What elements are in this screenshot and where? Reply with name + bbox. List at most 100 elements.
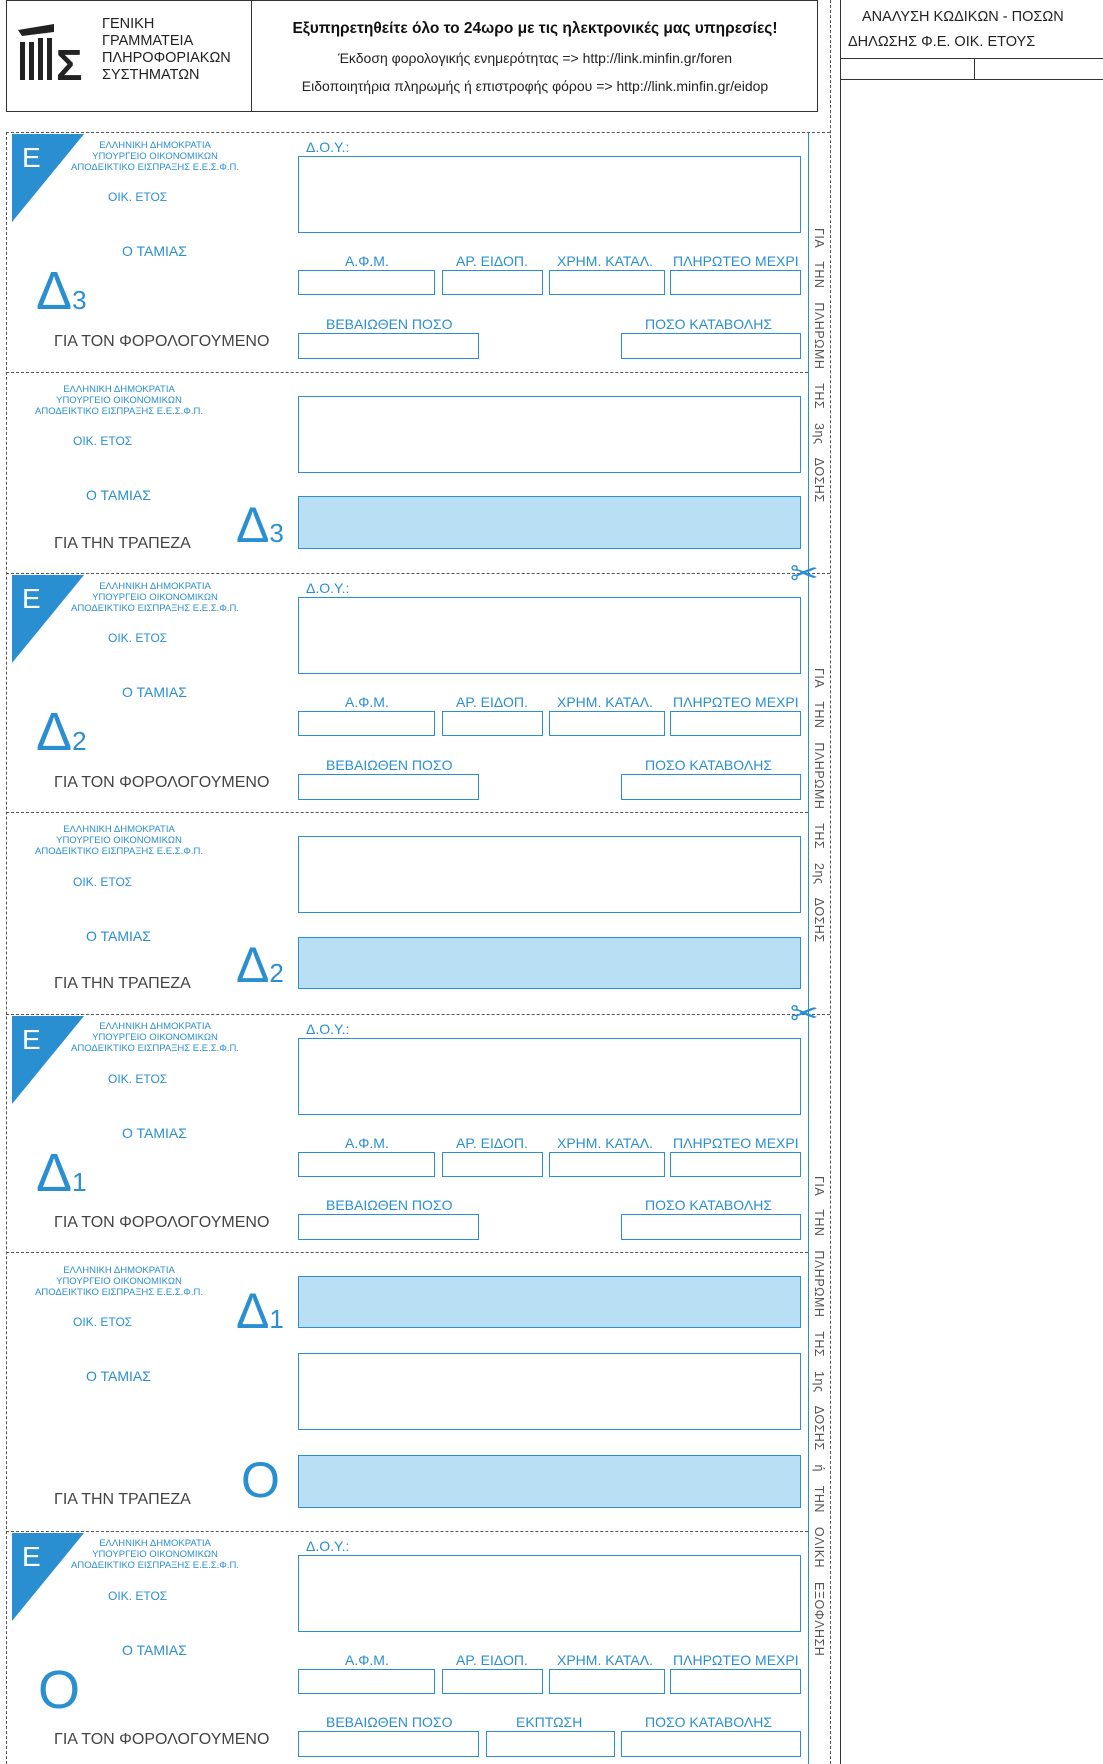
oik-etos-label: ΟΙΚ. ΕΤΟΣ — [108, 631, 168, 645]
for-bank-label: ΓΙΑ ΤΗΝ ΤΡΑΠΕΖΑ — [54, 1491, 191, 1508]
ekptosh-field[interactable] — [486, 1731, 615, 1757]
promo-line-eidop[interactable]: Ειδοποιητήρια πληρωμής ή επιστροφής φόρο… — [252, 78, 818, 94]
plhroteo-field[interactable] — [670, 711, 801, 736]
org-line: ΠΛΗΡΟΦΟΡΙΑΚΩΝ — [102, 50, 231, 66]
bank-code-field-full[interactable] — [298, 1455, 801, 1508]
poso-katabolhs-label: ΠΟΣΟ ΚΑΤΑΒΟΛΗΣ — [645, 316, 773, 332]
for-taxpayer-label: ΓΙΑ ΤΟΝ ΦΟΡΟΛΟΓΟΥΜΕΝΟ — [54, 333, 270, 350]
poso-katabolhs-field[interactable] — [621, 774, 801, 800]
doy-field[interactable] — [298, 597, 801, 674]
afm-field[interactable] — [298, 1669, 435, 1694]
installment-letter: Δ — [236, 937, 270, 993]
e-triangle-letter: Ε — [22, 142, 41, 173]
afm-label: Α.Φ.Μ. — [345, 694, 389, 710]
gov-line: ΕΛΛΗΝΙΚΗ ΔΗΜΟΚΡΑΤΙΑ — [99, 1021, 211, 1032]
gov-line: ΑΠΟΔΕΙΚΤΙΚΟ ΕΙΣΠΡΑΞΗΣ Ε.Ε.Σ.Φ.Π. — [71, 603, 239, 614]
tamias-label: Ο ΤΑΜΙΑΣ — [122, 1642, 187, 1658]
bank-info-field[interactable] — [298, 1353, 801, 1430]
gov-line: ΕΛΛΗΝΙΚΗ ΔΗΜΟΚΡΑΤΙΑ — [63, 384, 175, 395]
ar-eidop-field[interactable] — [442, 270, 543, 295]
for-taxpayer-label: ΓΙΑ ΤΟΝ ΦΟΡΟΛΟΓΟΥΜΕΝΟ — [54, 1731, 270, 1748]
gov-line: ΕΛΛΗΝΙΚΗ ΔΗΜΟΚΡΑΤΙΑ — [99, 581, 211, 592]
xrhm-katal-field[interactable] — [549, 711, 665, 736]
side-panel-title-2: ΔΗΛΩΣΗΣ Φ.Ε. ΟΙΚ. ΕΤΟΥΣ — [848, 34, 1036, 50]
plhroteo-field[interactable] — [670, 270, 801, 295]
xrhm-katal-label: ΧΡΗΜ. ΚΑΤΑΛ. — [557, 1135, 653, 1151]
oik-etos-label: ΟΙΚ. ΕΤΟΣ — [73, 875, 133, 889]
gov-line: ΥΠΟΥΡΓΕΙΟ ΟΙΚΟΝΟΜΙΚΩΝ — [56, 395, 182, 406]
plhroteo-label: ΠΛΗΡΩΤΕΟ ΜΕΧΡΙ — [673, 694, 799, 710]
side-panel-row-divider — [974, 58, 975, 80]
bebaiothen-field[interactable] — [298, 1731, 479, 1757]
gov-line: ΑΠΟΔΕΙΚΤΙΚΟ ΕΙΣΠΡΑΞΗΣ Ε.Ε.Σ.Φ.Π. — [71, 162, 239, 173]
doy-label: Δ.Ο.Υ.: — [306, 139, 350, 155]
bank-code-field[interactable] — [298, 937, 801, 989]
ar-eidop-field[interactable] — [442, 711, 543, 736]
gov-line: ΥΠΟΥΡΓΕΙΟ ΟΙΚΟΝΟΜΙΚΩΝ — [56, 835, 182, 846]
e-triangle-letter: Ε — [22, 583, 41, 614]
ar-eidop-label: ΑΡ. ΕΙΔΟΠ. — [456, 694, 528, 710]
org-line: ΣΥΣΤΗΜΑΤΩΝ — [102, 67, 200, 83]
ar-eidop-field[interactable] — [442, 1669, 543, 1694]
cut-line — [6, 1014, 830, 1015]
bebaiothen-label: ΒΕΒΑΙΩΘΕΝ ΠΟΣΟ — [326, 316, 453, 332]
xrhm-katal-field[interactable] — [549, 1669, 665, 1694]
gov-line: ΕΛΛΗΝΙΚΗ ΔΗΜΟΚΡΑΤΙΑ — [63, 1265, 175, 1276]
afm-field[interactable] — [298, 1152, 435, 1177]
doy-label: Δ.Ο.Υ.: — [306, 580, 350, 596]
installment-mark: Δ2 — [236, 938, 284, 1000]
doy-field[interactable] — [298, 1555, 801, 1632]
xrhm-katal-field[interactable] — [549, 270, 665, 295]
cut-line — [6, 1252, 808, 1253]
svg-text:Σ: Σ — [56, 41, 82, 84]
plhroteo-field[interactable] — [670, 1152, 801, 1177]
for-taxpayer-label: ΓΙΑ ΤΟΝ ΦΟΡΟΛΟΓΟΥΜΕΝΟ — [54, 774, 270, 791]
scissors-icon: ✂ — [790, 555, 819, 593]
gov-line: ΥΠΟΥΡΓΕΙΟ ΟΙΚΟΝΟΜΙΚΩΝ — [56, 1276, 182, 1287]
oik-etos-label: ΟΙΚ. ΕΤΟΣ — [73, 1315, 133, 1329]
xrhm-katal-field[interactable] — [549, 1152, 665, 1177]
side-panel-row — [840, 58, 1103, 80]
tamias-label: Ο ΤΑΜΙΑΣ — [122, 243, 187, 259]
bank-info-field[interactable] — [298, 836, 801, 913]
bebaiothen-field[interactable] — [298, 1214, 479, 1240]
afm-field[interactable] — [298, 270, 435, 295]
oik-etos-label: ΟΙΚ. ΕΤΟΣ — [108, 190, 168, 204]
org-line: ΓΕΝΙΚΗ — [102, 16, 155, 32]
oik-etos-label: ΟΙΚ. ΕΤΟΣ — [73, 434, 133, 448]
plhroteo-label: ΠΛΗΡΩΤΕΟ ΜΕΧΡΙ — [673, 253, 799, 269]
installment-number: 2 — [72, 726, 87, 756]
ar-eidop-field[interactable] — [442, 1152, 543, 1177]
installment-letter: Δ — [236, 1283, 270, 1339]
doy-label: Δ.Ο.Υ.: — [306, 1538, 350, 1554]
poso-katabolhs-field[interactable] — [621, 1731, 801, 1757]
xrhm-katal-label: ΧΡΗΜ. ΚΑΤΑΛ. — [557, 1652, 653, 1668]
installment-side-text: ΓΙΑ ΤΗΝ ΠΛΗΡΩΜΗ ΤΗΣ 1ης ΔΟΣΗΣ ή ΤΗΝ ΟΛΙΚ… — [812, 1176, 826, 1657]
gov-header: ΕΛΛΗΝΙΚΗ ΔΗΜΟΚΡΑΤΙΑ ΥΠΟΥΡΓΕΙΟ ΟΙΚΟΝΟΜΙΚΩ… — [22, 384, 216, 417]
gov-line: ΕΛΛΗΝΙΚΗ ΔΗΜΟΚΡΑΤΙΑ — [99, 1538, 211, 1549]
ar-eidop-label: ΑΡ. ΕΙΔΟΠ. — [456, 1652, 528, 1668]
side-panel-title-1: ΑΝΑΛΥΣΗ ΚΩΔΙΚΩΝ - ΠΟΣΩΝ — [862, 9, 1064, 25]
cut-line — [6, 132, 830, 133]
tamias-label: Ο ΤΑΜΙΑΣ — [122, 684, 187, 700]
bebaiothen-label: ΒΕΒΑΙΩΘΕΝ ΠΟΣΟ — [326, 757, 453, 773]
bank-code-field-d1[interactable] — [298, 1276, 801, 1328]
cut-line — [6, 812, 808, 813]
promo-line-foren[interactable]: Έκδοση φορολογικής ενημερότητας => http:… — [252, 50, 818, 66]
installment-letter: Δ — [236, 497, 270, 553]
cut-line-left — [6, 132, 7, 1764]
bebaiothen-field[interactable] — [298, 333, 479, 359]
plhroteo-field[interactable] — [670, 1669, 801, 1694]
cut-line — [6, 1531, 808, 1532]
poso-katabolhs-field[interactable] — [621, 1214, 801, 1240]
doy-field[interactable] — [298, 156, 801, 233]
bank-code-field[interactable] — [298, 496, 801, 549]
bank-info-field[interactable] — [298, 396, 801, 473]
gov-line: ΥΠΟΥΡΓΕΙΟ ΟΙΚΟΝΟΜΙΚΩΝ — [92, 1032, 218, 1043]
poso-katabolhs-field[interactable] — [621, 333, 801, 359]
poso-katabolhs-label: ΠΟΣΟ ΚΑΤΑΒΟΛΗΣ — [645, 1714, 773, 1730]
afm-field[interactable] — [298, 711, 435, 736]
gov-line: ΕΛΛΗΝΙΚΗ ΔΗΜΟΚΡΑΤΙΑ — [99, 140, 211, 151]
bebaiothen-field[interactable] — [298, 774, 479, 800]
doy-field[interactable] — [298, 1038, 801, 1115]
